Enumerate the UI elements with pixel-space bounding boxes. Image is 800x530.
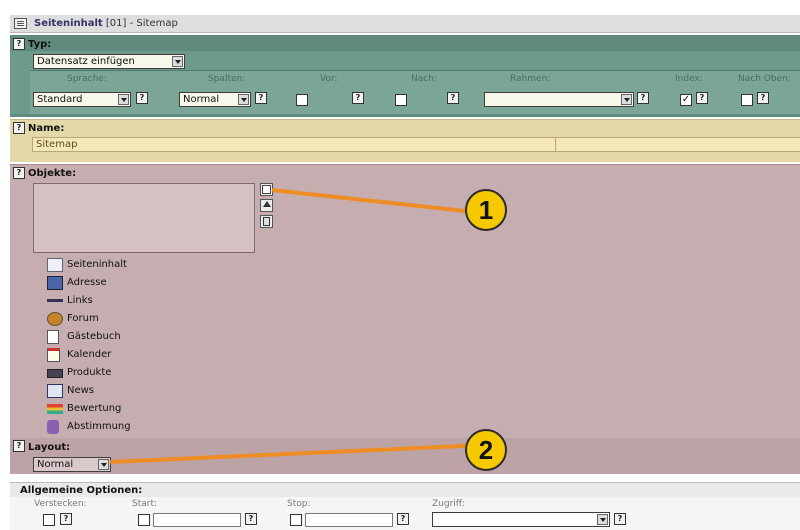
- guestbook-icon: [47, 330, 59, 344]
- move-object-button[interactable]: [260, 199, 273, 212]
- help-icon[interactable]: ?: [60, 513, 72, 525]
- links-icon: [47, 299, 63, 303]
- help-icon[interactable]: ?: [757, 92, 769, 104]
- list-item[interactable]: Links: [47, 292, 207, 310]
- help-icon[interactable]: ?: [397, 513, 409, 525]
- list-item-label: Abstimmung: [67, 421, 131, 432]
- arrow-up-icon: [263, 201, 271, 207]
- start-checkbox[interactable]: [138, 514, 150, 526]
- label-spalten: Spalten:: [208, 74, 246, 84]
- help-icon[interactable]: ?: [352, 92, 364, 104]
- objekte-listbox[interactable]: [33, 183, 255, 253]
- help-icon[interactable]: ?: [696, 92, 708, 104]
- label-rahmen: Rahmen:: [510, 74, 551, 84]
- chevron-down-icon[interactable]: [238, 94, 249, 105]
- label-verstecken: Verstecken:: [34, 499, 87, 509]
- stop-checkbox[interactable]: [290, 514, 302, 526]
- nach-checkbox[interactable]: [395, 94, 407, 106]
- window-titlebar: Seiteninhalt [01] - Sitemap: [10, 15, 800, 33]
- stop-date-input[interactable]: [305, 513, 393, 527]
- label-vor: Vor:: [320, 74, 338, 84]
- spalten-select[interactable]: Normal: [179, 92, 251, 107]
- list-item[interactable]: Abstimmung: [47, 418, 207, 436]
- rahmen-select[interactable]: [484, 92, 634, 107]
- label-sprache: Sprache:: [67, 74, 107, 84]
- list-item-label: Forum: [67, 313, 99, 324]
- trash-icon: [263, 217, 270, 226]
- help-icon[interactable]: ?: [255, 92, 267, 104]
- layout-title: Layout:: [28, 442, 71, 453]
- label-zugriff: Zugriff:: [432, 499, 466, 509]
- calendar-icon: [47, 348, 60, 362]
- voting-icon: [47, 420, 59, 434]
- forum-icon: [47, 312, 63, 326]
- list-item[interactable]: Gästebuch: [47, 328, 207, 346]
- help-icon[interactable]: ?: [637, 92, 649, 104]
- chevron-down-icon[interactable]: [98, 459, 109, 470]
- help-icon[interactable]: ?: [13, 122, 25, 134]
- index-checkbox[interactable]: ✓: [680, 94, 692, 106]
- list-item-label: Kalender: [67, 349, 112, 360]
- products-icon: [47, 369, 63, 378]
- help-icon[interactable]: ?: [447, 92, 459, 104]
- list-item[interactable]: Bewertung: [47, 400, 207, 418]
- help-icon[interactable]: ?: [13, 38, 25, 50]
- help-icon[interactable]: ?: [136, 92, 148, 104]
- list-item[interactable]: Kalender: [47, 346, 207, 364]
- address-icon: [47, 276, 63, 290]
- list-item[interactable]: Forum: [47, 310, 207, 328]
- section-layout: [10, 438, 800, 474]
- news-icon: [47, 384, 63, 398]
- label-index: Index:: [675, 74, 703, 84]
- list-item-label: Links: [67, 295, 93, 306]
- edit-icon: [262, 185, 271, 194]
- label-nach: Nach:: [411, 74, 437, 84]
- chevron-down-icon[interactable]: [118, 94, 129, 105]
- callout-1-badge: 1: [465, 189, 507, 231]
- list-item[interactable]: Seiteninhalt: [47, 256, 207, 274]
- help-icon[interactable]: ?: [13, 167, 25, 179]
- help-icon[interactable]: ?: [13, 440, 25, 452]
- label-stop: Stop:: [287, 499, 311, 509]
- vor-spacer: [312, 93, 340, 107]
- nach-oben-checkbox[interactable]: [741, 94, 753, 106]
- list-item[interactable]: News: [47, 382, 207, 400]
- sprache-select[interactable]: Standard: [33, 92, 131, 107]
- chevron-down-icon[interactable]: [597, 514, 608, 525]
- delete-object-button[interactable]: [260, 215, 273, 228]
- help-icon[interactable]: ?: [614, 513, 626, 525]
- vor-checkbox[interactable]: [296, 94, 308, 106]
- page-content-icon: [47, 258, 63, 272]
- list-item-label: News: [67, 385, 95, 396]
- help-icon[interactable]: ?: [245, 513, 257, 525]
- list-item-label: Adresse: [67, 277, 107, 288]
- list-item[interactable]: Adresse: [47, 274, 207, 292]
- list-item[interactable]: Produkte: [47, 364, 207, 382]
- name-field-divider: [555, 137, 556, 152]
- chevron-down-icon[interactable]: [621, 94, 632, 105]
- start-date-input[interactable]: [153, 513, 241, 527]
- list-item-label: Gästebuch: [67, 331, 121, 342]
- list-item-label: Produkte: [67, 367, 112, 378]
- list-item-label: Bewertung: [67, 403, 122, 414]
- typ-title: Typ:: [28, 39, 52, 50]
- list-item-label: Seiteninhalt: [67, 259, 127, 270]
- verstecken-checkbox[interactable]: [43, 514, 55, 526]
- layout-select[interactable]: Normal: [33, 457, 111, 472]
- chevron-down-icon[interactable]: [172, 56, 183, 67]
- rating-icon: [47, 404, 63, 414]
- name-title: Name:: [28, 123, 65, 134]
- datensatz-select[interactable]: Datensatz einfügen: [33, 54, 185, 69]
- objekte-title: Objekte:: [28, 168, 77, 179]
- label-start: Start:: [132, 499, 158, 509]
- name-input[interactable]: Sitemap: [32, 137, 800, 152]
- zugriff-select[interactable]: [432, 512, 610, 527]
- allgemein-title: Allgemeine Optionen:: [20, 485, 143, 496]
- label-nach-oben: Nach Oben:: [738, 74, 791, 84]
- callout-2-badge: 2: [465, 429, 507, 471]
- window-title: Seiteninhalt [01] - Sitemap: [34, 18, 178, 29]
- content-element-icon: [14, 18, 27, 29]
